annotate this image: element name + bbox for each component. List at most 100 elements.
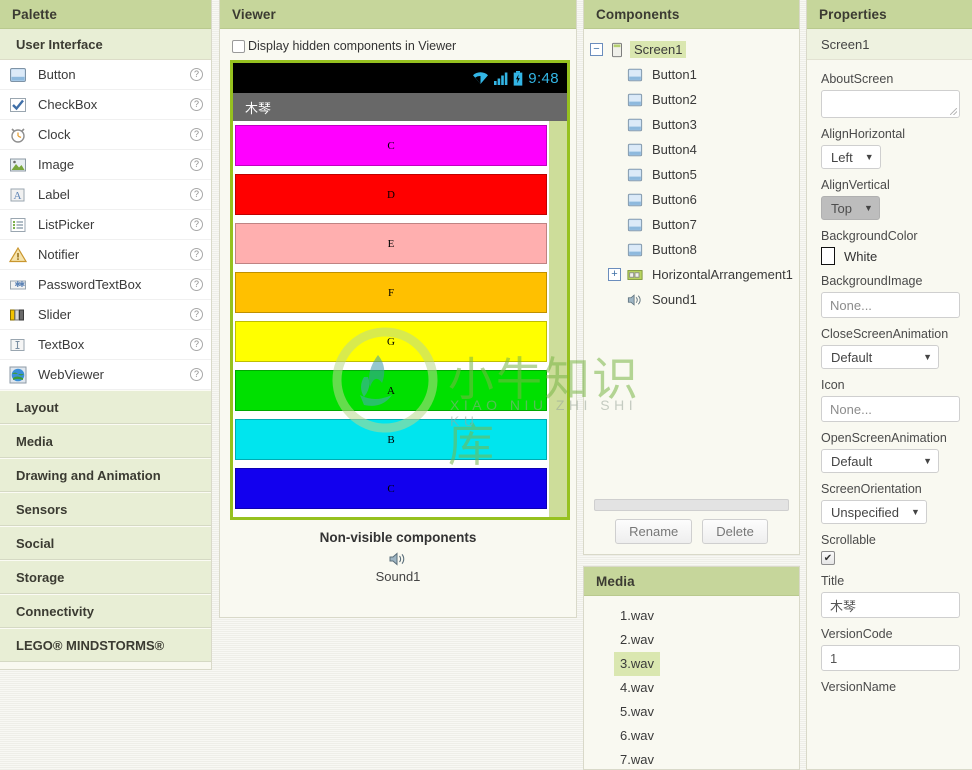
title-input[interactable]: 木琴 <box>821 592 960 618</box>
xylophone-key-8[interactable]: C <box>235 468 547 509</box>
xylophone-key-label: F <box>388 287 394 299</box>
tree-node-screen1[interactable]: −Screen1 <box>590 37 793 62</box>
background-image-label: BackgroundImage <box>821 274 960 288</box>
palette-item-webviewer[interactable]: WebViewer? <box>0 360 211 390</box>
tree-node-sound1[interactable]: Sound1 <box>590 287 793 312</box>
background-color-row[interactable]: White <box>821 247 960 265</box>
xylophone-key-4[interactable]: F <box>235 272 547 313</box>
palette-category-lego-mindstorms[interactable]: LEGO® MINDSTORMS® <box>0 628 211 662</box>
help-icon[interactable]: ? <box>190 98 203 111</box>
color-swatch[interactable] <box>821 247 835 265</box>
xylophone-keys: CDEFGABC <box>233 121 549 517</box>
button-icon <box>8 65 28 85</box>
screen-orientation-label: ScreenOrientation <box>821 482 960 496</box>
align-vertical-select[interactable]: Top ▼ <box>821 196 880 220</box>
xylophone-key-1[interactable]: C <box>235 125 547 166</box>
icon-input[interactable]: None... <box>821 396 960 422</box>
help-icon[interactable]: ? <box>190 68 203 81</box>
xylophone-key-6[interactable]: A <box>235 370 547 411</box>
close-screen-animation-select[interactable]: Default ▼ <box>821 345 939 369</box>
tree-node-button4[interactable]: Button4 <box>590 137 793 162</box>
media-item-7-wav[interactable]: 7.wav <box>584 748 799 770</box>
tree-node-button6[interactable]: Button6 <box>590 187 793 212</box>
help-icon[interactable]: ? <box>190 248 203 261</box>
palette-item-slider[interactable]: Slider? <box>0 300 211 330</box>
media-file-list: 1.wav2.wav3.wav4.wav5.wav6.wav7.wav8.wav <box>584 596 799 770</box>
palette-section-user-interface[interactable]: User Interface <box>0 29 211 60</box>
help-icon[interactable]: ? <box>190 218 203 231</box>
chevron-down-icon: ▼ <box>911 507 920 517</box>
harrange-icon <box>626 266 643 283</box>
rename-button[interactable]: Rename <box>615 519 692 544</box>
sound-icon <box>626 291 643 308</box>
screen-icon <box>608 41 625 58</box>
palette-item-label: Slider <box>38 307 190 322</box>
tree-node-button8[interactable]: Button8 <box>590 237 793 262</box>
tree-node-button1[interactable]: Button1 <box>590 62 793 87</box>
xylophone-key-5[interactable]: G <box>235 321 547 362</box>
button-icon <box>626 141 643 158</box>
xylophone-key-7[interactable]: B <box>235 419 547 460</box>
tree-expander-minus-icon[interactable]: − <box>590 43 603 56</box>
non-visible-item-sound1[interactable]: Sound1 <box>230 552 566 584</box>
palette-category-drawing-and-animation[interactable]: Drawing and Animation <box>0 458 211 492</box>
xylophone-key-label: B <box>387 434 394 446</box>
help-icon[interactable]: ? <box>190 338 203 351</box>
palette-item-listpicker[interactable]: ListPicker? <box>0 210 211 240</box>
media-item-2-wav[interactable]: 2.wav <box>584 628 799 652</box>
media-item-6-wav[interactable]: 6.wav <box>584 724 799 748</box>
screen-orientation-select[interactable]: Unspecified ▼ <box>821 500 927 524</box>
version-code-input[interactable]: 1 <box>821 645 960 671</box>
palette-category-layout[interactable]: Layout <box>0 390 211 424</box>
palette-item-label[interactable]: ALabel? <box>0 180 211 210</box>
about-screen-textarea[interactable] <box>821 90 960 118</box>
palette-item-checkbox[interactable]: CheckBox? <box>0 90 211 120</box>
notifier-icon <box>8 245 28 265</box>
palette-item-notifier[interactable]: Notifier? <box>0 240 211 270</box>
delete-button[interactable]: Delete <box>702 519 768 544</box>
media-item-1-wav[interactable]: 1.wav <box>584 604 799 628</box>
help-icon[interactable]: ? <box>190 188 203 201</box>
help-icon[interactable]: ? <box>190 128 203 141</box>
palette-item-passwordtextbox[interactable]: ✱✱PasswordTextBox? <box>0 270 211 300</box>
palette-category-storage[interactable]: Storage <box>0 560 211 594</box>
media-item-3-wav[interactable]: 3.wav <box>614 652 660 676</box>
xylophone-key-2[interactable]: D <box>235 174 547 215</box>
tree-node-label: HorizontalArrangement1 <box>648 266 797 283</box>
tree-node-button2[interactable]: Button2 <box>590 87 793 112</box>
palette-item-image[interactable]: Image? <box>0 150 211 180</box>
display-hidden-checkbox[interactable] <box>232 40 245 53</box>
palette-item-label: Label <box>38 187 190 202</box>
tree-node-button5[interactable]: Button5 <box>590 162 793 187</box>
scrollable-checkbox[interactable]: ✔ <box>821 551 835 565</box>
help-icon[interactable]: ? <box>190 368 203 381</box>
xylophone-key-label: G <box>387 336 395 348</box>
media-item-5-wav[interactable]: 5.wav <box>584 700 799 724</box>
palette-category-media[interactable]: Media <box>0 424 211 458</box>
help-icon[interactable]: ? <box>190 158 203 171</box>
palette-category-sensors[interactable]: Sensors <box>0 492 211 526</box>
help-icon[interactable]: ? <box>190 308 203 321</box>
palette-category-connectivity[interactable]: Connectivity <box>0 594 211 628</box>
phone-screen-body: CDEFGABC <box>233 121 567 517</box>
background-image-input[interactable]: None... <box>821 292 960 318</box>
help-icon[interactable]: ? <box>190 278 203 291</box>
palette-item-clock[interactable]: Clock? <box>0 120 211 150</box>
tree-node-label: Sound1 <box>648 291 701 308</box>
palette-item-button[interactable]: Button? <box>0 60 211 90</box>
align-horizontal-select[interactable]: Left ▼ <box>821 145 881 169</box>
palette-item-textbox[interactable]: TextBox? <box>0 330 211 360</box>
components-horizontal-scrollbar[interactable] <box>594 499 789 511</box>
tree-node-horizontalarrangement1[interactable]: +HorizontalArrangement1 <box>590 262 793 287</box>
tree-node-button7[interactable]: Button7 <box>590 212 793 237</box>
non-visible-components-area: Non-visible components Sound1 <box>230 530 566 584</box>
phone-scroll-strip[interactable] <box>549 121 567 517</box>
media-item-4-wav[interactable]: 4.wav <box>584 676 799 700</box>
xylophone-key-3[interactable]: E <box>235 223 547 264</box>
palette-title: Palette <box>0 0 211 29</box>
tree-node-label: Button7 <box>648 216 701 233</box>
open-screen-animation-select[interactable]: Default ▼ <box>821 449 939 473</box>
palette-category-social[interactable]: Social <box>0 526 211 560</box>
tree-node-button3[interactable]: Button3 <box>590 112 793 137</box>
tree-expander-plus-icon[interactable]: + <box>608 268 621 281</box>
